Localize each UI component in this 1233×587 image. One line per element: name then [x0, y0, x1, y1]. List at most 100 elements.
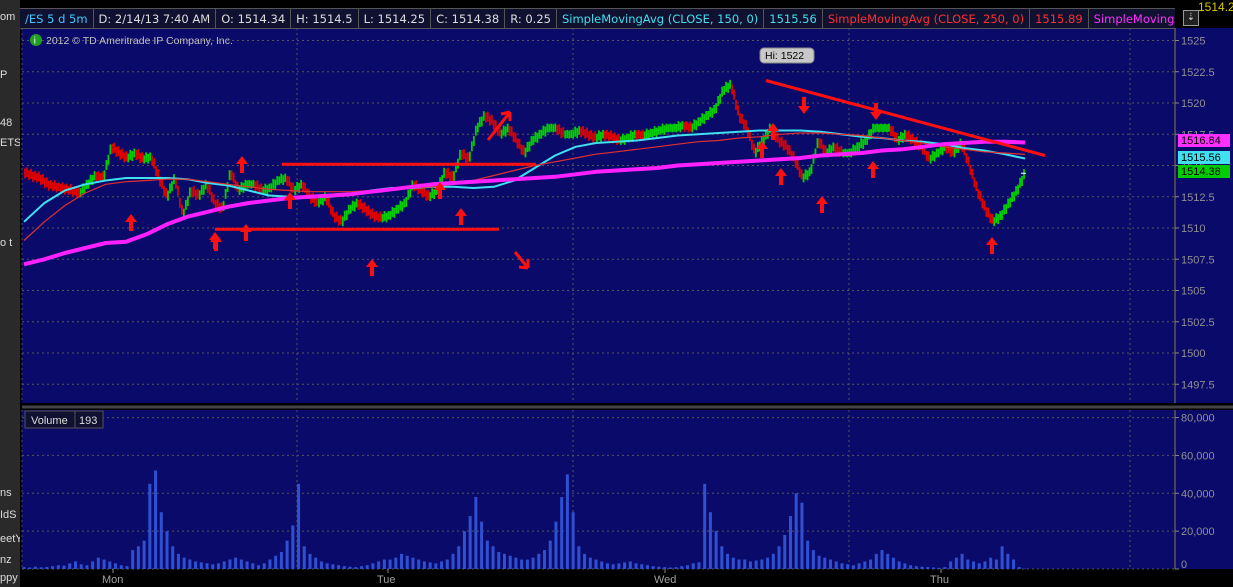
price-candle: [560, 128, 563, 139]
volume-bar: [502, 553, 506, 569]
price-candle: [661, 123, 664, 134]
price-candle: [725, 81, 727, 92]
price-candle: [731, 84, 733, 95]
volume-bar: [697, 562, 701, 569]
price-candle: [741, 113, 743, 124]
price-volume-chart: 1497.5 1500 1502.5 1505 1507.5 1510 1512.5 1515…: [21, 28, 1233, 587]
volume-bar: [205, 563, 209, 569]
price-candle: [431, 188, 434, 199]
volume-bar: [583, 553, 587, 569]
price-candle: [210, 192, 213, 203]
volume-bar: [931, 567, 935, 569]
price-candle: [184, 199, 187, 210]
close-label: C: 1514.38: [431, 9, 506, 28]
price-candle: [490, 114, 493, 125]
price-candle: [383, 211, 386, 221]
price-candle: [727, 82, 729, 93]
volume-bar: [771, 553, 775, 569]
hi-label-text: Hi: 1522: [765, 50, 804, 62]
price-candle: [123, 152, 126, 163]
price-candle: [639, 131, 642, 140]
price-candle: [645, 128, 648, 139]
price-candle: [470, 141, 473, 152]
sma250-label[interactable]: SimpleMovingAvg (CLOSE, 250, 0): [823, 9, 1031, 28]
volume-bar: [588, 557, 592, 569]
volume-bar: [45, 566, 49, 569]
price-candle: [246, 180, 249, 189]
price-candle: [333, 212, 336, 223]
price-candle: [280, 173, 283, 184]
volume-bar: [119, 565, 123, 569]
volume-bar: [594, 559, 598, 569]
price-candle: [109, 144, 112, 155]
sma500-label[interactable]: SimpleMovingAvg (CLOSE, 50...: [1089, 9, 1175, 28]
volume-bar: [726, 553, 730, 569]
price-candle: [240, 181, 243, 192]
volume-tick-label: 60,000: [1181, 450, 1215, 462]
price-candle: [751, 139, 753, 150]
volume-bar: [754, 560, 758, 569]
date-label: D: 2/14/13 7:40 AM: [94, 9, 217, 28]
price-candle: [427, 189, 430, 200]
volume-tick-label: 20,000: [1181, 526, 1215, 538]
volume-bar: [926, 567, 930, 569]
volume-bar: [68, 563, 72, 569]
volume-bar: [863, 561, 867, 569]
volume-bar: [800, 502, 804, 569]
volume-bar: [571, 512, 575, 569]
price-candle: [818, 138, 821, 149]
volume-bar: [216, 563, 220, 569]
volume-tick-label: 80,000: [1181, 413, 1215, 425]
price-candle: [981, 198, 984, 209]
price-candle: [524, 147, 527, 158]
price-candle: [468, 151, 471, 162]
price-candle: [800, 169, 803, 180]
volume-bar: [708, 512, 712, 569]
volume-bar: [645, 565, 649, 569]
price-candle: [669, 123, 672, 132]
price-candle: [474, 125, 477, 136]
price-candle: [466, 152, 469, 163]
price-candle: [461, 150, 463, 161]
volume-bar: [434, 563, 438, 569]
volume-bar: [182, 557, 186, 569]
hi-label: Hi: 1522: [759, 47, 815, 64]
sma250-value: 1515.89: [1030, 9, 1089, 28]
price-candle: [967, 156, 970, 167]
volume-bar: [960, 553, 964, 569]
volume-bar: [148, 483, 152, 569]
volume-bar: [1023, 568, 1027, 570]
price-candle: [578, 126, 581, 135]
symbol-label[interactable]: /ES 5 d 5m: [20, 9, 94, 28]
volume-bar: [840, 563, 844, 569]
price-candle: [361, 203, 364, 214]
sma150-label[interactable]: SimpleMovingAvg (CLOSE, 150, 0): [557, 9, 765, 28]
price-candle: [486, 111, 489, 122]
price-candle: [743, 119, 745, 130]
volume-bar: [251, 563, 255, 569]
price-candle: [554, 123, 557, 132]
price-candle: [476, 122, 479, 133]
price-candle: [393, 207, 396, 218]
price-candle: [347, 204, 350, 215]
volume-bar: [91, 561, 95, 569]
price-candle: [782, 140, 785, 151]
volume-bar: [354, 567, 358, 569]
pin-icon[interactable]: ⇣: [1183, 10, 1199, 26]
price-candle: [1005, 203, 1008, 214]
price-candle: [274, 179, 277, 190]
volume-bar: [748, 561, 752, 569]
price-candle: [443, 167, 445, 178]
price-candle: [933, 151, 936, 162]
price-candle: [200, 185, 203, 196]
price-candle: [548, 124, 551, 133]
price-candle: [53, 180, 56, 191]
price-candle: [989, 213, 992, 224]
price-candle: [633, 129, 636, 139]
price-candle: [502, 125, 505, 136]
price-candle: [339, 214, 342, 225]
price-candle: [194, 189, 197, 200]
volume-bar: [480, 521, 484, 569]
price-tick-label: 1502.5: [1181, 317, 1215, 329]
price-candle: [129, 149, 132, 160]
